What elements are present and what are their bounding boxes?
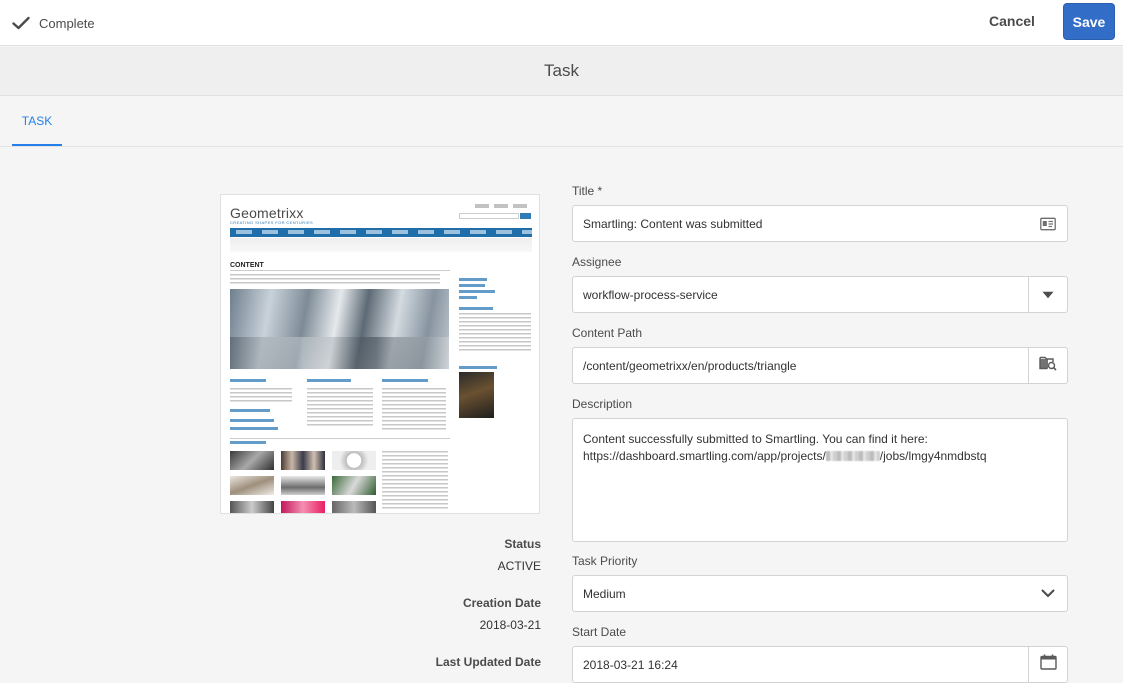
task-priority-label: Task Priority	[572, 554, 638, 568]
thumbnail-logo-tagline: CREATING SHAPES FOR CENTURIES	[230, 220, 314, 225]
thumbnail-divider	[230, 270, 450, 271]
thumbnail-story-photo	[281, 476, 325, 495]
chevron-down-icon	[1029, 576, 1067, 611]
title-field-value: Smartling: Content was submitted	[583, 217, 763, 231]
thumbnail-breadcrumb-band	[230, 238, 532, 252]
thumbnail-section-link	[230, 409, 270, 412]
description-textarea[interactable]: Content successfully submitted to Smartl…	[572, 418, 1068, 542]
assignee-value: workflow-process-service	[583, 288, 718, 302]
thumbnail-story-photo	[332, 476, 376, 495]
caret-down-icon	[1042, 286, 1054, 304]
creation-date-value: 2018-03-21	[479, 618, 541, 632]
thumbnail-section-heading-bar	[230, 379, 266, 382]
id-card-icon	[1029, 206, 1067, 241]
thumbnail-search-box	[459, 213, 519, 219]
description-url-suffix: /jobs/lmgy4nmdbstq	[879, 449, 987, 463]
thumbnail-heading: CONTENT	[230, 262, 264, 269]
tab-task[interactable]: TASK	[12, 96, 62, 147]
description-line-2: https://dashboard.smartling.com/app/proj…	[583, 448, 1057, 465]
thumbnail-section-text	[307, 388, 373, 428]
thumbnail-sidebar-image	[459, 372, 494, 418]
assignee-label: Assignee	[572, 255, 622, 269]
title-label: Title *	[572, 184, 603, 198]
last-updated-date-label: Last Updated Date	[435, 655, 541, 669]
creation-date-label: Creation Date	[462, 596, 541, 610]
description-url-prefix: https://dashboard.smartling.com/app/proj…	[583, 449, 826, 463]
start-date-value: 2018-03-21 16:24	[583, 658, 678, 672]
thumbnail-story-photo	[332, 451, 376, 470]
thumbnail-logo: Geometrixx	[230, 205, 304, 221]
description-line-1: Content successfully submitted to Smartl…	[583, 432, 928, 446]
content-path-label: Content Path	[572, 326, 643, 340]
thumbnail-story-photo	[281, 501, 325, 513]
thumbnail-nav-items	[230, 230, 532, 234]
thumbnail-stories-heading-bar	[230, 441, 266, 444]
assignee-dropdown-button[interactable]	[1028, 277, 1067, 312]
redacted-project-id	[825, 451, 880, 461]
thumbnail-story-photo	[281, 451, 325, 470]
thumbnail-related-link	[459, 290, 495, 293]
description-label: Description	[572, 397, 633, 411]
content-path-field[interactable]: /content/geometrixx/en/products/triangle	[572, 347, 1068, 384]
save-button[interactable]: Save	[1063, 3, 1115, 40]
thumbnail-section-heading-bar	[382, 379, 428, 382]
start-date-label: Start Date	[572, 625, 627, 639]
cancel-button[interactable]: Cancel	[976, 6, 1048, 36]
start-date-field[interactable]: 2018-03-21 16:24	[572, 646, 1068, 683]
thumbnail-divider	[230, 438, 450, 439]
thumbnail-story-text	[382, 451, 448, 511]
content-thumbnail: Geometrixx CREATING SHAPES FOR CENTURIES…	[220, 194, 540, 514]
task-priority-value: Medium	[583, 587, 626, 601]
checkmark-icon	[12, 16, 30, 30]
page-title: Task	[0, 47, 1123, 96]
thumbnail-story-photo	[230, 476, 274, 495]
thumbnail-related-link	[459, 296, 477, 299]
thumbnail-section-text	[230, 388, 292, 404]
thumbnail-intro-text	[230, 274, 440, 284]
thumbnail-search-button	[520, 213, 531, 219]
complete-label: Complete	[39, 15, 95, 31]
thumbnail-story-photo	[230, 451, 274, 470]
calendar-icon	[1039, 654, 1057, 675]
folder-search-icon	[1039, 355, 1057, 376]
thumbnail-hero-image	[230, 289, 449, 369]
status-value: ACTIVE	[497, 559, 541, 573]
tab-active-indicator	[12, 144, 62, 146]
thumbnail-section-text	[382, 388, 446, 432]
content-path-browse-button[interactable]	[1028, 348, 1067, 383]
title-field[interactable]: Smartling: Content was submitted	[572, 205, 1068, 242]
thumbnail-sidebar-heading-bar	[459, 366, 497, 369]
thumbnail-story-photo	[230, 501, 274, 513]
thumbnail-section-link	[230, 427, 278, 430]
tab-bar: TASK	[0, 96, 1123, 147]
task-priority-select[interactable]: Medium	[572, 575, 1068, 612]
thumbnail-related-heading-bar	[459, 278, 487, 281]
thumbnail-sidebar-heading-bar	[459, 307, 493, 310]
assignee-select[interactable]: workflow-process-service	[572, 276, 1068, 313]
thumbnail-story-photo	[332, 501, 376, 513]
thumbnail-section-link	[230, 419, 274, 422]
thumbnail-sidebar-text	[459, 313, 531, 353]
content-path-value: /content/geometrixx/en/products/triangle	[583, 359, 797, 373]
action-bar: Complete Cancel Save	[0, 0, 1123, 46]
thumbnail-top-links	[475, 204, 531, 208]
thumbnail-related-link	[459, 284, 485, 287]
thumbnail-section-heading-bar	[307, 379, 351, 382]
complete-button[interactable]: Complete	[12, 12, 95, 34]
status-label: Status	[504, 537, 541, 551]
